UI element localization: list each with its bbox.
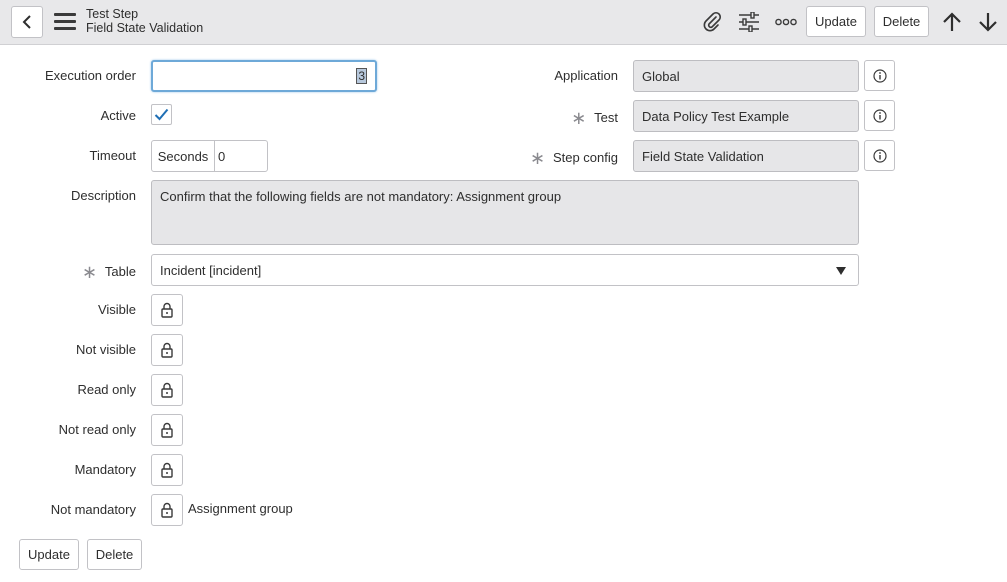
footer-update-button[interactable]: Update xyxy=(19,539,79,570)
lock-icon xyxy=(161,502,173,518)
table-select[interactable]: Incident [incident] xyxy=(151,254,859,286)
application-info-button[interactable] xyxy=(864,60,895,91)
header-delete-button[interactable]: Delete xyxy=(874,6,929,37)
application-field: Global xyxy=(633,60,859,92)
checkmark-icon xyxy=(154,108,169,121)
not-visible-lock-button[interactable] xyxy=(151,334,183,366)
table-label-text: Table xyxy=(104,264,136,279)
lock-icon xyxy=(161,382,173,398)
info-icon xyxy=(872,148,887,163)
timeout-unit: Seconds xyxy=(152,141,215,171)
arrow-down-icon[interactable] xyxy=(976,11,1000,33)
step-config-label-text: Step config xyxy=(552,150,618,165)
info-icon xyxy=(872,68,887,83)
lock-icon xyxy=(161,462,173,478)
step-config-field: Field State Validation xyxy=(633,140,859,172)
mandatory-label: Mandatory xyxy=(74,462,136,477)
form-header: Test Step Field State Validation Update … xyxy=(0,0,1007,45)
timeout-input[interactable]: 0 xyxy=(215,149,225,164)
timeout-label: Timeout xyxy=(89,148,136,163)
test-label-text: Test xyxy=(594,110,618,125)
chevron-down-icon xyxy=(836,267,846,275)
visible-label: Visible xyxy=(97,302,136,317)
record-type: Test Step xyxy=(86,7,139,21)
not-mandatory-label: Not mandatory xyxy=(50,502,136,517)
step-config-label: ∗ Step config xyxy=(470,148,618,168)
not-mandatory-value: Assignment group xyxy=(188,501,293,516)
test-label: ∗ Test xyxy=(470,108,618,128)
read-only-label: Read only xyxy=(77,382,136,397)
lock-icon xyxy=(161,422,173,438)
not-read-only-label: Not read only xyxy=(58,422,136,437)
test-field: Data Policy Test Example xyxy=(633,100,859,132)
header-update-button[interactable]: Update xyxy=(806,6,866,37)
table-label: ∗ Table xyxy=(20,262,136,282)
record-title: Test Step Field State Validation xyxy=(86,7,203,35)
description-label: Description xyxy=(70,188,136,203)
not-mandatory-lock-button[interactable] xyxy=(151,494,183,526)
footer-delete-button[interactable]: Delete xyxy=(87,539,142,570)
read-only-lock-button[interactable] xyxy=(151,374,183,406)
required-marker: ∗ xyxy=(529,148,545,168)
arrow-up-icon[interactable] xyxy=(940,11,964,33)
execution-order-value: 3 xyxy=(356,68,367,84)
required-marker: ∗ xyxy=(81,262,97,282)
execution-order-input[interactable]: 3 xyxy=(151,60,377,92)
table-selected-value: Incident [incident] xyxy=(160,262,262,278)
chevron-left-icon xyxy=(22,15,31,29)
hamburger-icon[interactable] xyxy=(54,13,76,31)
paperclip-icon[interactable] xyxy=(700,11,724,33)
lock-icon xyxy=(161,302,173,318)
lock-icon xyxy=(161,342,173,358)
visible-lock-button[interactable] xyxy=(151,294,183,326)
more-options-icon[interactable] xyxy=(774,11,798,33)
back-button[interactable] xyxy=(11,6,43,38)
not-read-only-lock-button[interactable] xyxy=(151,414,183,446)
not-visible-label: Not visible xyxy=(76,342,136,357)
mandatory-lock-button[interactable] xyxy=(151,454,183,486)
required-marker: ∗ xyxy=(571,108,587,128)
step-config-info-button[interactable] xyxy=(864,140,895,171)
record-name: Field State Validation xyxy=(86,21,204,35)
active-label: Active xyxy=(100,108,136,123)
timeout-field: Seconds 0 xyxy=(151,140,268,172)
sliders-icon[interactable] xyxy=(737,11,761,33)
active-checkbox[interactable] xyxy=(151,104,172,125)
test-info-button[interactable] xyxy=(864,100,895,131)
description-textarea[interactable]: Confirm that the following fields are no… xyxy=(151,180,859,245)
execution-order-label: Execution order xyxy=(44,68,136,83)
info-icon xyxy=(872,108,887,123)
application-label: Application xyxy=(554,68,618,83)
